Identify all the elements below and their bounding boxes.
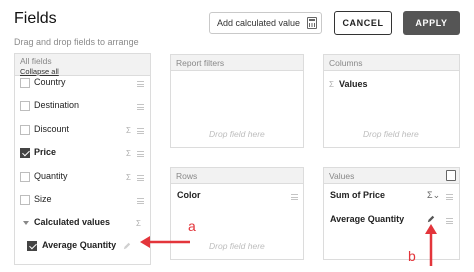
drag-handle-icon[interactable]: [137, 81, 144, 87]
field-checkbox[interactable]: [20, 195, 30, 205]
sigma-icon: Σ: [126, 149, 131, 158]
drag-handle-icon[interactable]: [137, 175, 144, 181]
page-subtitle: Drag and drop fields to arrange: [14, 37, 139, 47]
values-header: Values: [324, 168, 459, 184]
drag-handle-icon[interactable]: [137, 104, 144, 110]
field-checkbox[interactable]: [27, 241, 37, 251]
field-label: Destination: [34, 100, 80, 110]
annotation-label-b: b: [408, 248, 416, 264]
field-label: Quantity: [34, 171, 68, 181]
annotation-label-a: a: [188, 218, 196, 234]
rows-header: Rows: [171, 168, 303, 184]
report-filters-panel: Report filters Drop field here: [170, 54, 304, 148]
sigma-icon: Σ: [126, 173, 131, 182]
values-panel: Values Sum of Price Σ⌄ Average Quantity: [323, 167, 460, 260]
field-item-destination[interactable]: Destination: [15, 97, 150, 117]
drag-handle-icon[interactable]: [446, 218, 453, 224]
sigma-icon: Σ: [126, 126, 131, 135]
field-checkbox[interactable]: [20, 101, 30, 111]
drag-handle-icon[interactable]: [446, 194, 453, 200]
column-item-label: Values: [339, 79, 368, 89]
all-fields-panel: All fields Collapse all Country Destinat…: [14, 53, 151, 265]
aggregation-sigma-icon[interactable]: Σ⌄: [427, 190, 440, 201]
cancel-button[interactable]: CANCEL: [334, 11, 392, 35]
drag-handle-icon[interactable]: [137, 151, 144, 157]
calculated-values-group[interactable]: Calculated values Σ: [15, 214, 150, 234]
drop-zone-hint: Drop field here: [209, 129, 265, 139]
field-item-average-quantity[interactable]: Average Quantity: [15, 237, 150, 257]
column-item-values[interactable]: Σ Values: [324, 75, 459, 95]
add-calculated-value-button[interactable]: Add calculated value: [209, 12, 322, 34]
row-item-color[interactable]: Color: [171, 186, 303, 206]
annotation-arrow-a: [140, 236, 190, 248]
columns-panel: Columns Σ Values Drop field here: [323, 54, 460, 148]
sigma-icon: Σ: [136, 219, 141, 228]
drag-handle-icon[interactable]: [137, 128, 144, 134]
sigma-icon: Σ: [329, 80, 334, 89]
field-label: Country: [34, 77, 66, 87]
field-item-quantity[interactable]: Quantity Σ: [15, 168, 150, 188]
all-fields-header: All fields Collapse all: [15, 54, 150, 76]
field-checkbox[interactable]: [20, 148, 30, 158]
field-checkbox[interactable]: [20, 172, 30, 182]
field-item-country[interactable]: Country: [15, 74, 150, 94]
add-calculated-value-label: Add calculated value: [217, 18, 301, 28]
calculator-icon: [307, 17, 317, 29]
value-item-label: Sum of Price: [330, 190, 386, 200]
drag-handle-icon[interactable]: [291, 194, 298, 200]
group-label: Calculated values: [34, 217, 111, 227]
apply-button[interactable]: APPLY: [403, 11, 460, 35]
row-item-label: Color: [177, 190, 201, 200]
field-item-discount[interactable]: Discount Σ: [15, 121, 150, 141]
value-item-label: Average Quantity: [330, 214, 405, 224]
field-label: Discount: [34, 124, 70, 134]
drop-zone-hint: Drop field here: [363, 129, 419, 139]
drag-handle-icon[interactable]: [137, 198, 144, 204]
value-item-sum-of-price[interactable]: Sum of Price Σ⌄: [324, 186, 459, 206]
calculator-icon[interactable]: [446, 170, 456, 181]
field-label: Size: [34, 194, 52, 204]
drop-zone-hint: Drop field here: [209, 241, 265, 251]
all-fields-heading: All fields: [20, 56, 52, 66]
field-item-size[interactable]: Size: [15, 191, 150, 211]
field-label: Price: [34, 147, 57, 157]
field-checkbox[interactable]: [20, 78, 30, 88]
edit-pencil-icon[interactable]: [123, 242, 131, 250]
report-filters-header: Report filters: [171, 55, 303, 71]
field-label: Average Quantity: [42, 240, 117, 250]
field-item-price[interactable]: Price Σ: [15, 144, 150, 164]
columns-header: Columns: [324, 55, 459, 71]
field-checkbox[interactable]: [20, 125, 30, 135]
annotation-arrow-b: [425, 224, 437, 266]
page-title: Fields: [14, 10, 57, 27]
expand-triangle-icon[interactable]: [23, 221, 29, 225]
values-heading: Values: [329, 171, 355, 181]
